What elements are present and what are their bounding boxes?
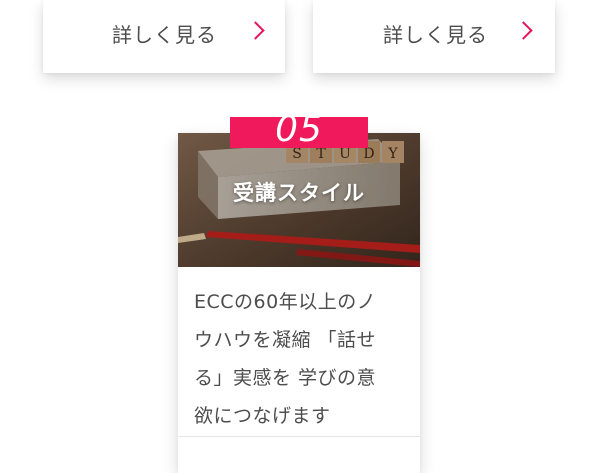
description-line: 欲につなげます xyxy=(194,405,331,427)
card-number: 05 xyxy=(275,117,323,148)
feature-card-style[interactable]: S T U D Y 受講スタイル ECCの60年以上のノ ウハウを凝縮 「話せ … xyxy=(178,133,420,473)
description-line: ECCの60年以上のノ xyxy=(194,291,377,313)
course-card-right-footer: 詳しく見る xyxy=(313,0,555,73)
description-line: ウハウを凝縮 「話せ xyxy=(194,329,377,351)
chevron-right-icon[interactable] xyxy=(246,21,265,40)
card-title: 受講スタイル xyxy=(233,181,365,205)
card-description: ECCの60年以上のノ ウハウを凝縮 「話せ る」実感を 学びの意 欲につなげま… xyxy=(194,283,406,435)
card-divider xyxy=(178,436,420,437)
study-blocks-photo: S T U D Y 受講スタイル xyxy=(178,133,420,267)
course-card-left-footer: 詳しく見る xyxy=(43,0,285,73)
learn-more-link[interactable]: 詳しく見る xyxy=(112,19,217,48)
learn-more-link[interactable]: 詳しく見る xyxy=(383,19,488,48)
chevron-right-icon[interactable] xyxy=(514,21,533,40)
description-line: る」実感を 学びの意 xyxy=(194,367,377,389)
number-badge: 05 xyxy=(230,117,368,148)
